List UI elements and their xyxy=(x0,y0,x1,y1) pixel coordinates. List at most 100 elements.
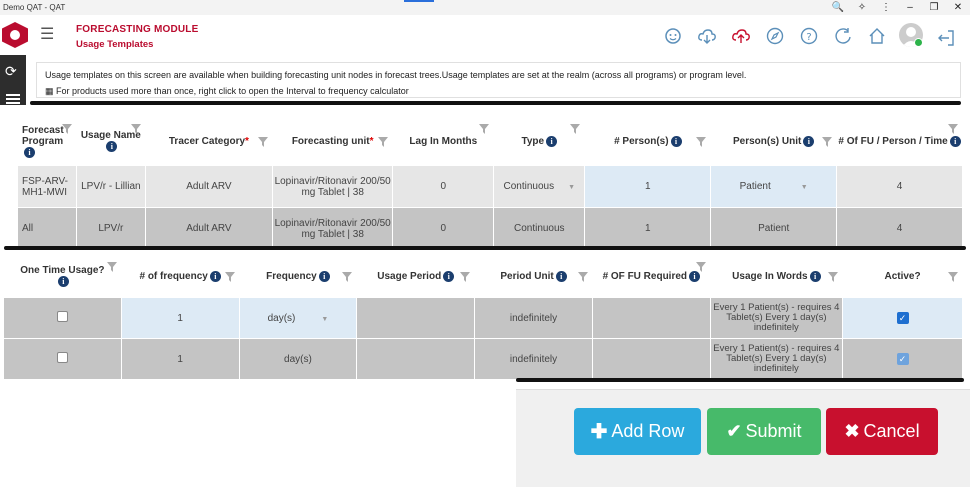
filter-icon[interactable] xyxy=(828,272,839,282)
filter-icon[interactable] xyxy=(948,124,958,134)
cell-fu-per-time[interactable]: 4 xyxy=(836,207,963,250)
table-row[interactable]: 1 day(s) ▼ indefinitely Every 1 Patient(s… xyxy=(3,297,963,339)
filter-icon[interactable] xyxy=(224,272,235,282)
cell-active[interactable]: ✓ xyxy=(842,297,963,339)
cell-fu-per-time[interactable]: 4 xyxy=(836,165,963,208)
compass-icon[interactable] xyxy=(758,24,792,48)
cell-fu-required[interactable] xyxy=(591,297,711,339)
cell-one-time-usage[interactable] xyxy=(3,297,122,339)
cell-num-frequency[interactable]: 1 xyxy=(120,338,240,380)
list-icon[interactable] xyxy=(6,91,20,104)
info-icon[interactable]: i xyxy=(106,141,118,153)
cell-tracer[interactable]: Adult ARV xyxy=(144,207,273,250)
cancel-button[interactable]: ✖ Cancel xyxy=(826,408,938,455)
cell-persons[interactable]: 1 xyxy=(584,207,712,250)
cell-period-unit[interactable]: indefinitely xyxy=(474,297,593,339)
cell-program[interactable]: FSP-ARV-MH1-MWI xyxy=(17,165,77,208)
info-icon[interactable]: i xyxy=(670,135,682,147)
col-forecasting-unit[interactable]: Forecasting unit* xyxy=(271,117,394,166)
chat-support-icon[interactable] xyxy=(656,24,690,48)
cell-usage-name[interactable]: LPV/r xyxy=(75,207,146,250)
table-row[interactable]: FSP-ARV-MH1-MWI LPV/r - Lillian Adult AR… xyxy=(17,165,963,208)
filter-icon[interactable] xyxy=(695,262,706,272)
submit-button[interactable]: ✔ Submit xyxy=(707,408,821,455)
info-icon[interactable]: i xyxy=(546,135,558,147)
sync-icon[interactable]: ⟳ xyxy=(5,63,17,80)
col-num-frequency[interactable]: # of frequency i xyxy=(120,255,240,298)
cell-fu[interactable]: Lopinavir/Ritonavir 200/50 mg Tablet | 3… xyxy=(271,207,394,250)
zoom-icon[interactable]: 🔍 xyxy=(826,0,850,15)
cell-usage-period[interactable] xyxy=(356,338,476,380)
col-forecast-program[interactable]: Forecast Programi xyxy=(17,117,77,166)
info-icon[interactable]: i xyxy=(209,270,221,282)
cell-program[interactable]: All xyxy=(17,207,77,250)
info-icon[interactable]: i xyxy=(803,135,815,147)
info-icon[interactable]: i xyxy=(24,146,35,158)
cell-num-frequency[interactable]: 1 xyxy=(120,297,240,339)
cell-persons[interactable]: 1 xyxy=(584,165,712,208)
cloud-download-icon[interactable] xyxy=(690,24,724,48)
filter-icon[interactable] xyxy=(479,124,490,134)
menu-dots-icon[interactable]: ⋮ xyxy=(874,0,898,15)
cell-lag[interactable]: 0 xyxy=(392,165,495,208)
filter-icon[interactable] xyxy=(570,124,581,134)
col-tracer-category[interactable]: Tracer Category* xyxy=(144,117,273,166)
minimize-button[interactable]: – xyxy=(898,0,922,15)
cell-period-unit[interactable]: indefinitely xyxy=(474,338,593,380)
col-type[interactable]: Type i xyxy=(493,117,586,166)
cell-type[interactable]: Continuous xyxy=(493,207,586,250)
cell-person-unit[interactable]: Patient xyxy=(710,207,838,250)
hamburger-menu-icon[interactable]: ☰ xyxy=(40,27,54,43)
cell-frequency[interactable]: day(s) ▼ xyxy=(238,297,358,339)
col-usage-period[interactable]: Usage Period i xyxy=(356,255,476,298)
col-period-unit[interactable]: Period Unit i xyxy=(474,255,593,298)
add-row-button[interactable]: ✚ Add Row xyxy=(574,408,701,455)
filter-icon[interactable] xyxy=(257,137,268,147)
close-button[interactable]: ✕ xyxy=(946,0,970,15)
restore-button[interactable]: ❐ xyxy=(922,0,946,15)
col-persons[interactable]: # Person(s) i xyxy=(584,117,712,166)
info-icon[interactable]: i xyxy=(689,270,701,282)
cell-fu[interactable]: Lopinavir/Ritonavir 200/50 mg Tablet | 3… xyxy=(271,165,394,208)
col-lag-in-months[interactable]: Lag In Months xyxy=(392,117,495,166)
col-frequency[interactable]: Frequency i xyxy=(238,255,358,298)
col-one-time-usage[interactable]: One Time Usage? i xyxy=(3,255,122,298)
table-row[interactable]: 1 day(s) indefinitely Every 1 Patient(s)… xyxy=(3,338,963,380)
col-usage-name[interactable]: Usage Namei xyxy=(75,117,146,166)
cell-lag[interactable]: 0 xyxy=(392,207,495,250)
cell-active[interactable]: ✓ xyxy=(842,338,963,380)
info-icon[interactable]: i xyxy=(949,135,961,147)
info-icon[interactable]: i xyxy=(443,270,455,282)
active-checkbox[interactable]: ✓ xyxy=(896,312,909,324)
filter-icon[interactable] xyxy=(948,272,958,282)
info-icon[interactable]: i xyxy=(809,270,821,282)
qat-logo-icon[interactable] xyxy=(2,22,28,48)
help-icon[interactable]: ? xyxy=(792,24,826,48)
filter-icon[interactable] xyxy=(342,272,353,282)
cell-type[interactable]: Continuous ▼ xyxy=(493,165,586,208)
cell-person-unit[interactable]: Patient ▼ xyxy=(710,165,838,208)
col-fu-required[interactable]: # OF FU Required i xyxy=(591,255,711,298)
col-fu-per-time[interactable]: # Of FU / Person / Time i xyxy=(836,117,963,166)
filter-icon[interactable] xyxy=(460,272,471,282)
col-usage-in-words[interactable]: Usage In Words i xyxy=(709,255,844,298)
filter-icon[interactable] xyxy=(130,124,141,134)
extensions-icon[interactable]: ✧ xyxy=(850,0,874,15)
cell-fu-required[interactable] xyxy=(591,338,711,380)
filter-icon[interactable] xyxy=(61,124,72,134)
refresh-icon[interactable] xyxy=(826,24,860,48)
filter-icon[interactable] xyxy=(696,137,707,147)
active-checkbox[interactable]: ✓ xyxy=(896,353,909,365)
filter-icon[interactable] xyxy=(577,272,588,282)
logout-icon[interactable] xyxy=(936,28,956,48)
filter-icon[interactable] xyxy=(106,262,117,272)
cell-tracer[interactable]: Adult ARV xyxy=(144,165,273,208)
filter-icon[interactable] xyxy=(822,137,833,147)
one-time-usage-checkbox[interactable] xyxy=(56,352,68,363)
cell-one-time-usage[interactable] xyxy=(3,338,122,380)
col-person-unit[interactable]: Person(s) Unit i xyxy=(710,117,838,166)
cloud-upload-icon[interactable] xyxy=(724,24,758,48)
info-icon[interactable]: i xyxy=(318,270,330,282)
info-icon[interactable]: i xyxy=(57,276,69,288)
home-icon[interactable] xyxy=(860,24,894,48)
